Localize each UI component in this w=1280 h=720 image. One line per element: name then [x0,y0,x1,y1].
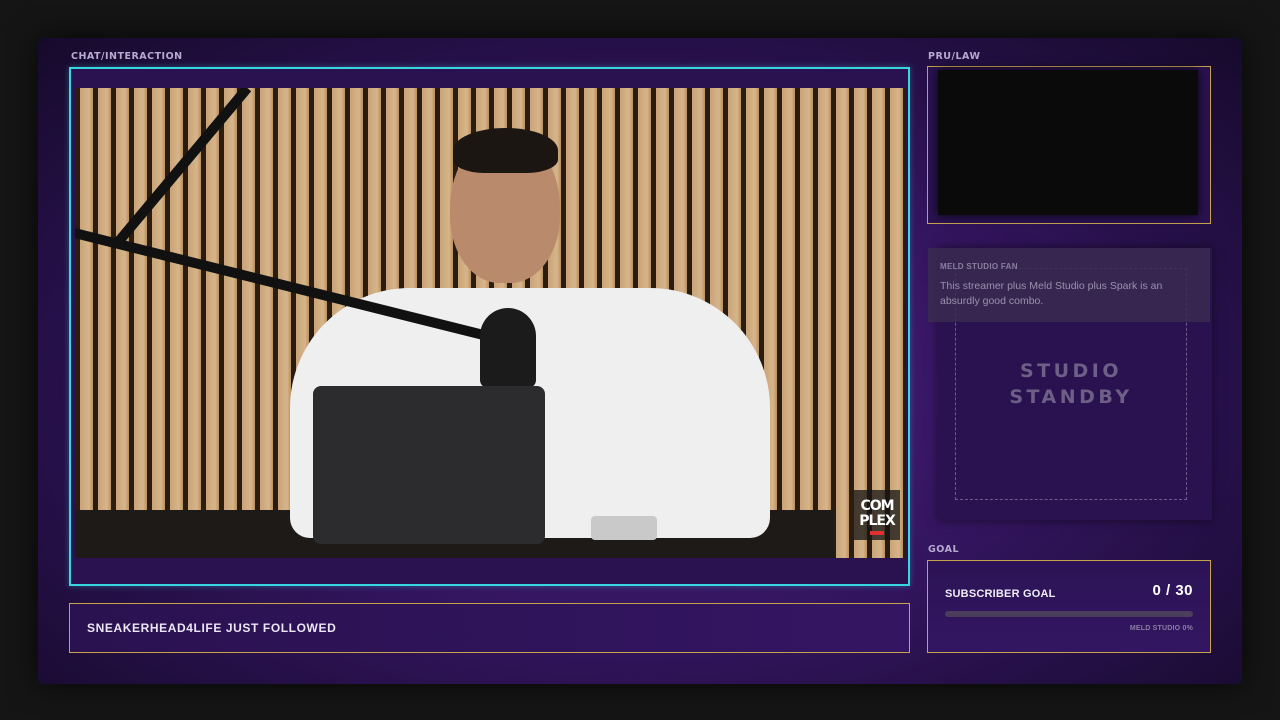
standby-line-1: STUDIO [1019,360,1123,382]
main-video-panel: COM PLEX [69,67,910,586]
cam-section-label: PRU/LAW [928,51,981,62]
subscriber-goal-panel: SUBSCRIBER GOAL 0 / 30 MELD STUDIO 0% [927,560,1211,653]
goal-note: MELD STUDIO 0% [1129,625,1193,632]
chat-username: MELD STUDIO FAN [940,262,1018,271]
camera-panel [927,66,1211,224]
video-feed[interactable]: COM PLEX [75,88,906,558]
overlay-frame: CHAT/INTERACTION PRU/LAW GOAL COM PLEX SN… [38,38,1242,684]
goal-count: 0 / 30 [1152,582,1193,599]
chat-section-label: CHAT/INTERACTION [71,51,183,62]
microphone [480,308,536,388]
laptop [313,386,545,544]
mic-arm [75,228,493,342]
chat-message-text: This streamer plus Meld Studio plus Spar… [940,280,1163,307]
chat-message-card: MELD STUDIO FAN This streamer plus Meld … [928,248,1210,322]
complex-logo: COM PLEX [854,490,900,540]
goal-section-label: GOAL [928,544,960,555]
mic-arm-support [115,88,252,245]
follow-alert-text: SNEAKERHEAD4LIFE JUST FOLLOWED [87,621,337,635]
goal-title: SUBSCRIBER GOAL [945,588,1056,600]
follow-alert-bar: SNEAKERHEAD4LIFE JUST FOLLOWED [69,603,910,653]
person-hair [453,128,558,173]
goal-progress-track [945,611,1193,617]
phone [591,516,657,540]
standby-line-2: STANDBY [1009,386,1133,408]
camera-feed[interactable] [938,70,1198,215]
